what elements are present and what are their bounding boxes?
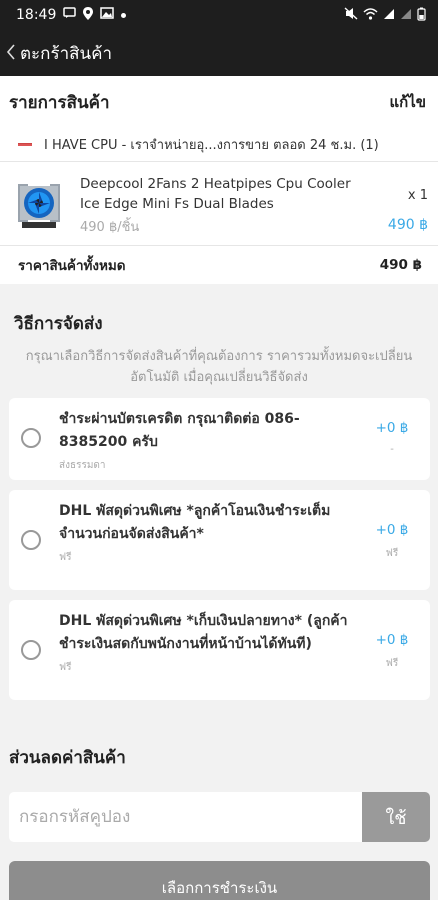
shipping-option-note: - — [390, 444, 394, 455]
shipping-option-sub: ส่งธรรมดา — [59, 460, 106, 471]
back-chevron-icon[interactable] — [6, 41, 16, 65]
radio-button[interactable] — [21, 428, 41, 448]
shipping-option-note: ฟรี — [385, 658, 399, 669]
gallery-icon — [100, 7, 115, 23]
shipping-option[interactable]: DHL พัสดุด่วนพิเศษ *เก็บเงินปลายทาง* (ลู… — [9, 600, 430, 700]
signal-icon — [383, 8, 395, 23]
shipping-section: วิธีการจัดส่ง กรุณาเลือกวิธีการจัดส่งสิน… — [0, 290, 438, 706]
radio-button[interactable] — [21, 530, 41, 550]
shop-row[interactable]: I HAVE CPU - เราจำหน่ายอุ...งการขาย ตลอด… — [0, 128, 438, 162]
edit-button[interactable]: แก้ไข — [389, 90, 426, 114]
cart-items-section: รายการสินค้า แก้ไข I HAVE CPU - เราจำหน่… — [0, 76, 438, 284]
total-row: ราคาสินค้าทั้งหมด 490 ฿ — [0, 246, 438, 284]
shipping-title: วิธีการจัดส่ง — [14, 314, 103, 334]
battery-icon — [417, 7, 426, 24]
apply-coupon-button[interactable]: ใช้ — [362, 792, 430, 842]
page-title: ตะกร้าสินค้า — [20, 43, 113, 64]
shop-logo-icon — [18, 143, 32, 146]
shipping-option[interactable]: ชำระผ่านบัตรเครดิต กรุณาติดต่อ 086-83852… — [9, 398, 430, 480]
items-title: รายการสินค้า — [9, 92, 110, 113]
coupon-input[interactable] — [9, 792, 362, 842]
shop-name: I HAVE CPU - เราจำหน่ายอุ...งการขาย ตลอด… — [44, 138, 379, 153]
message-icon — [63, 7, 77, 23]
product-image — [14, 174, 64, 232]
discount-title: ส่วนลดค่าสินค้า — [9, 748, 126, 768]
status-bar: 18:49 — [0, 0, 438, 30]
product-name: Deepcool 2Fans 2 Heatpipes Cpu Cooler Ic… — [80, 176, 351, 212]
app-bar: ตะกร้าสินค้า — [0, 30, 438, 76]
items-header: รายการสินค้า แก้ไข — [0, 76, 438, 128]
shipping-option-name: DHL พัสดุด่วนพิเศษ *เก็บเงินปลายทาง* (ลู… — [59, 613, 348, 652]
proceed-payment-button[interactable]: เลือกการชำระเงิน — [9, 861, 430, 900]
product-unit-price: 490 ฿/ชิ้น — [80, 220, 140, 235]
wifi-icon — [363, 7, 378, 23]
shipping-option-sub: ฟรี — [59, 662, 72, 673]
location-icon — [83, 6, 94, 24]
status-time: 18:49 — [16, 7, 57, 23]
product-price: 490 ฿ — [387, 217, 428, 233]
shipping-option[interactable]: DHL พัสดุด่วนพิเศษ *ลูกค้าโอนเงินชำระเต็… — [9, 490, 430, 590]
product-row[interactable]: Deepcool 2Fans 2 Heatpipes Cpu Cooler Ic… — [0, 162, 438, 246]
shipping-option-price: +0 ฿ — [375, 632, 409, 648]
shipping-option-name: ชำระผ่านบัตรเครดิต กรุณาติดต่อ 086-83852… — [59, 411, 300, 450]
total-value: 490 ฿ — [379, 257, 422, 273]
shipping-option-name: DHL พัสดุด่วนพิเศษ *ลูกค้าโอนเงินชำระเต็… — [59, 503, 331, 542]
product-qty: x 1 — [407, 188, 428, 203]
shipping-hint: กรุณาเลือกวิธีการจัดส่งสินค้าที่คุณต้องก… — [25, 349, 413, 385]
total-label: ราคาสินค้าทั้งหมด — [18, 258, 126, 274]
coupon-row: ใช้ — [9, 792, 430, 842]
radio-button[interactable] — [21, 640, 41, 660]
shipping-option-note: ฟรี — [385, 548, 399, 559]
shipping-option-price: +0 ฿ — [375, 420, 409, 436]
notification-dot-icon — [121, 12, 127, 18]
mute-icon — [344, 7, 358, 23]
signal-2-icon — [400, 8, 412, 23]
shipping-option-sub: ฟรี — [59, 552, 72, 563]
shipping-option-price: +0 ฿ — [375, 522, 409, 538]
